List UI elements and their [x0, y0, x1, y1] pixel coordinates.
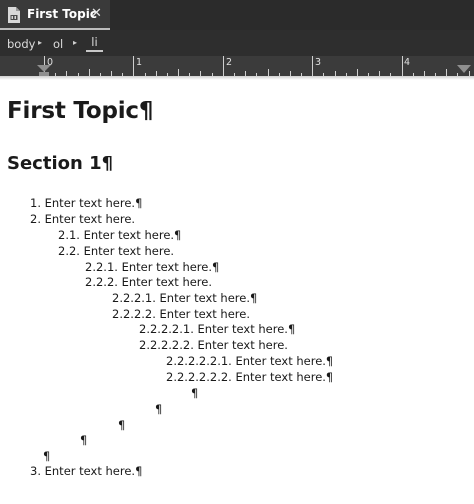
- list-item[interactable]: 2. Enter text here.: [30, 212, 135, 227]
- tab-bar: First Topic ✕: [0, 0, 474, 30]
- empty-paragraph-mark[interactable]: ¶: [80, 433, 87, 448]
- list-item[interactable]: 2.2.2.2.2.2. Enter text here.¶: [166, 370, 333, 385]
- empty-paragraph-mark[interactable]: ¶: [191, 386, 198, 401]
- document-tab[interactable]: First Topic ✕: [0, 0, 110, 30]
- ruler-label: 1: [136, 57, 143, 68]
- list-item[interactable]: 1. Enter text here.¶: [30, 196, 142, 211]
- ruler-label: 4: [404, 57, 411, 68]
- document-page[interactable]: First Topic¶ Section 1¶ 1. Enter text he…: [0, 80, 474, 504]
- tab-title: First Topic: [27, 7, 97, 21]
- breadcrumb-separator-icon: ▸: [38, 38, 43, 47]
- list-item[interactable]: 2.1. Enter text here.¶: [58, 228, 181, 243]
- breadcrumb-separator-icon: ▸: [73, 38, 78, 47]
- empty-paragraph-mark[interactable]: ¶: [155, 402, 162, 417]
- list-item[interactable]: 2.2.1. Enter text here.¶: [85, 260, 219, 275]
- right-margin-marker-icon[interactable]: [457, 65, 471, 74]
- document-title[interactable]: First Topic¶: [7, 98, 153, 124]
- section-heading[interactable]: Section 1¶: [7, 153, 113, 174]
- list-item[interactable]: 2.2. Enter text here.: [58, 244, 174, 259]
- list-item[interactable]: 2.2.2. Enter text here.: [85, 275, 212, 290]
- list-item[interactable]: 2.2.2.2.1. Enter text here.¶: [139, 322, 295, 337]
- empty-paragraph-mark[interactable]: ¶: [43, 449, 50, 464]
- ruler-ticks: [44, 56, 470, 76]
- ruler-label: 2: [226, 57, 233, 68]
- list-item[interactable]: 2.2.2.1. Enter text here.¶: [112, 291, 257, 306]
- empty-paragraph-mark[interactable]: ¶: [118, 418, 125, 433]
- list-item[interactable]: 2.2.2.2. Enter text here.: [112, 307, 250, 322]
- list-item[interactable]: 3. Enter text here.¶: [30, 464, 142, 479]
- ruler-label: 3: [315, 57, 322, 68]
- breadcrumb-item-ol[interactable]: ol: [53, 37, 63, 51]
- document-icon: [8, 7, 20, 23]
- breadcrumb-item-li[interactable]: li: [86, 35, 103, 52]
- list-item[interactable]: 2.2.2.2.2. Enter text here.: [139, 338, 288, 353]
- indent-marker-icon[interactable]: [37, 65, 51, 76]
- breadcrumb: body ▸ ol ▸ li: [0, 30, 474, 56]
- list-item[interactable]: 2.2.2.2.2.1. Enter text here.¶: [166, 354, 333, 369]
- close-icon[interactable]: ✕: [91, 6, 102, 22]
- breadcrumb-item-body[interactable]: body: [7, 37, 35, 51]
- ruler[interactable]: 0 1 2 3 4: [0, 56, 474, 76]
